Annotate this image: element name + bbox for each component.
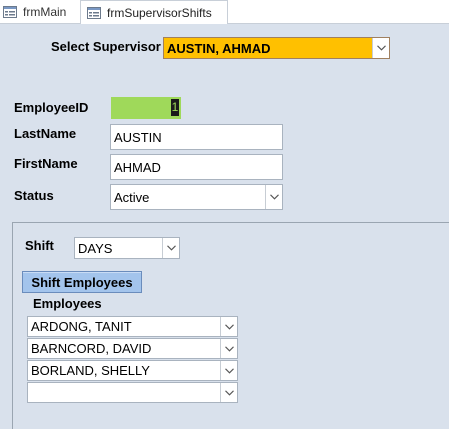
tab-label: frmMain: [23, 4, 67, 19]
tab-frmsupervisorshifts[interactable]: frmSupervisorShifts: [80, 0, 228, 24]
supervisor-value: AUSTIN, AHMAD: [167, 40, 271, 56]
employee-id-field[interactable]: 1: [111, 97, 181, 119]
lastname-field[interactable]: AUSTIN: [110, 124, 283, 150]
employee-combo[interactable]: ARDONG, TANIT: [27, 316, 238, 337]
firstname-field[interactable]: AHMAD: [110, 154, 283, 180]
employee-name: BARNCORD, DAVID: [31, 341, 152, 356]
employee-combo[interactable]: BARNCORD, DAVID: [27, 338, 238, 359]
lastname-label: LastName: [14, 126, 77, 141]
form-icon: [87, 6, 101, 19]
lastname-value: AUSTIN: [114, 129, 162, 145]
supervisor-combo[interactable]: AUSTIN, AHMAD: [163, 37, 390, 59]
employee-combo-new[interactable]: [27, 382, 238, 403]
chevron-down-icon[interactable]: [220, 317, 237, 336]
status-value: Active: [114, 189, 150, 205]
employee-id-value: 1: [171, 99, 179, 116]
employee-name: ARDONG, TANIT: [31, 319, 132, 334]
employee-name: BORLAND, SHELLY: [31, 363, 150, 378]
employees-label: Employees: [33, 296, 102, 311]
document-tab-bar: frmMain frmSupervisorShifts: [0, 0, 449, 24]
tab-frmmain[interactable]: frmMain: [0, 0, 78, 23]
select-supervisor-label: Select Supervisor: [51, 39, 161, 54]
shift-value: DAYS: [78, 240, 113, 256]
status-combo[interactable]: Active: [110, 184, 283, 210]
firstname-value: AHMAD: [114, 159, 161, 175]
chevron-down-icon[interactable]: [220, 339, 237, 358]
form-icon: [3, 5, 17, 18]
chevron-down-icon[interactable]: [162, 238, 179, 258]
chevron-down-icon[interactable]: [220, 361, 237, 380]
shift-label: Shift: [25, 238, 54, 253]
employee-combo[interactable]: BORLAND, SHELLY: [27, 360, 238, 381]
shift-employees-button[interactable]: Shift Employees: [22, 271, 142, 293]
tab-label: frmSupervisorShifts: [107, 5, 212, 20]
chevron-down-icon[interactable]: [220, 383, 237, 402]
firstname-label: FirstName: [14, 156, 78, 171]
chevron-down-icon[interactable]: [265, 185, 282, 209]
employee-id-label: EmployeeID: [14, 100, 89, 115]
shift-combo[interactable]: DAYS: [74, 237, 180, 259]
status-label: Status: [14, 188, 54, 203]
chevron-down-icon[interactable]: [372, 38, 389, 58]
